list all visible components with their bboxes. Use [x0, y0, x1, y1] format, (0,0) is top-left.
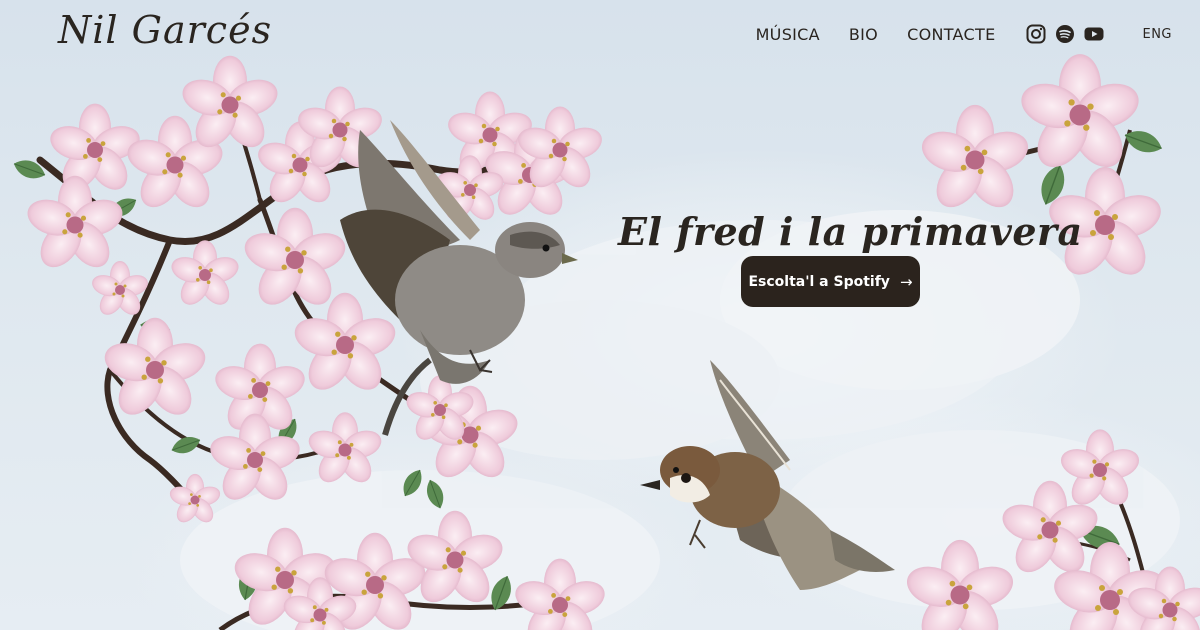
- hero-section: Nil Garcés MÚSICA BIO CONTACTE ENG El fr…: [0, 0, 1200, 630]
- arrow-right-icon: →: [899, 272, 913, 291]
- spotify-listen-label: Escolta'l a Spotify: [748, 273, 890, 290]
- youtube-icon[interactable]: [1084, 24, 1104, 44]
- hero-illustration: [10, 54, 1200, 630]
- instagram-icon[interactable]: [1026, 24, 1046, 44]
- nav-link-bio[interactable]: BIO: [849, 25, 878, 44]
- nav-link-musica[interactable]: MÚSICA: [756, 25, 820, 44]
- language-switch[interactable]: ENG: [1142, 27, 1172, 42]
- site-logo[interactable]: Nil Garcés: [58, 8, 272, 52]
- main-nav: MÚSICA BIO CONTACTE ENG: [756, 24, 1172, 44]
- social-links: [1026, 24, 1113, 44]
- spotify-icon[interactable]: [1055, 24, 1075, 44]
- spotify-listen-button[interactable]: Escolta'l a Spotify →: [741, 256, 920, 307]
- hero-title: El fred i la primavera: [618, 209, 1083, 255]
- nav-link-contacte[interactable]: CONTACTE: [907, 25, 995, 44]
